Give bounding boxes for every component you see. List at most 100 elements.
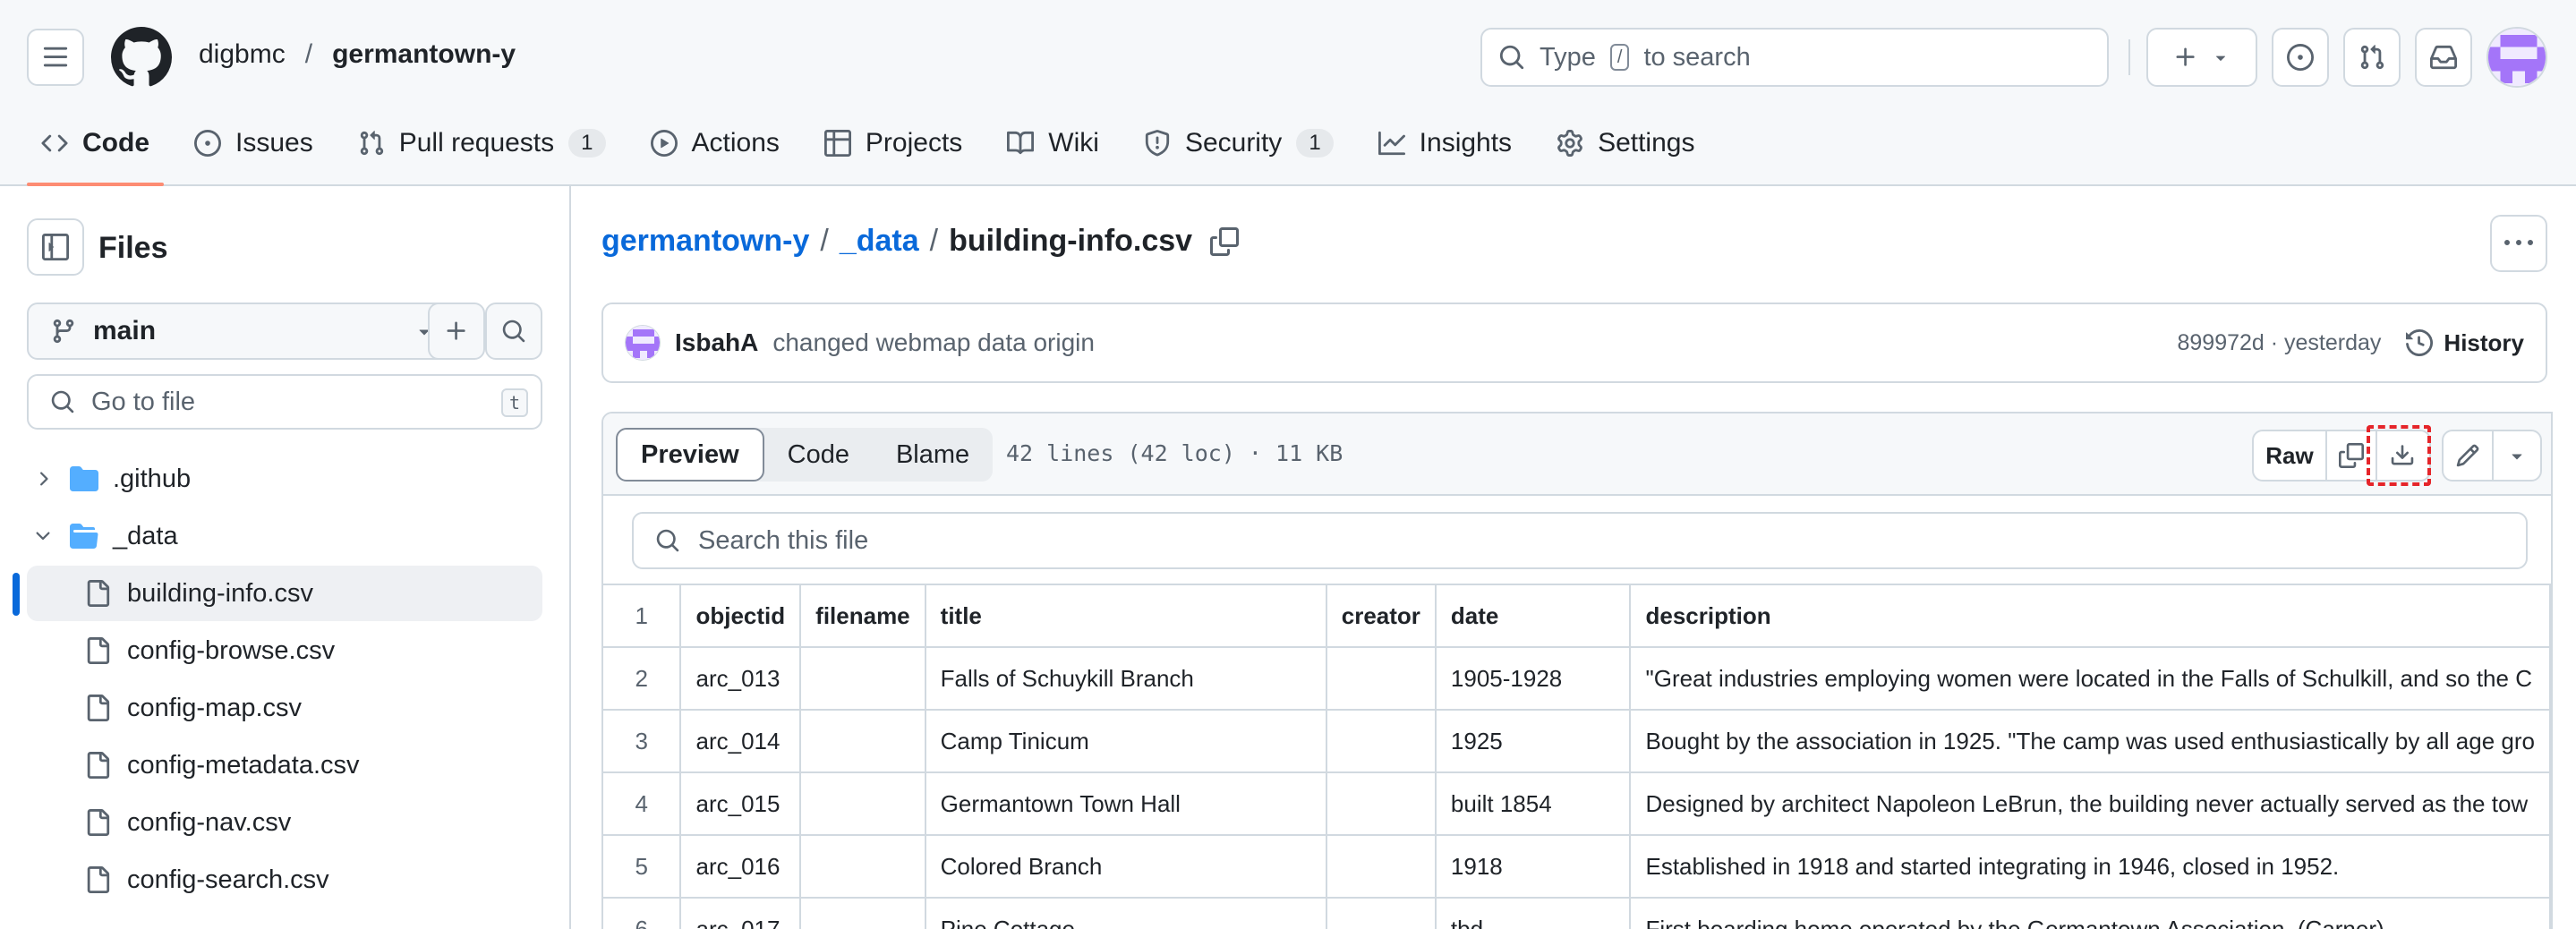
go-to-file-input[interactable]: Go to file t: [27, 374, 542, 430]
line-number[interactable]: 2: [603, 646, 682, 711]
search-icon: [1499, 45, 1524, 70]
tab-pull-requests[interactable]: Pull requests 1: [344, 116, 620, 170]
repo-link[interactable]: germantown-y: [332, 39, 516, 70]
create-new-button[interactable]: [2146, 28, 2257, 87]
tree-item-label: config-nav.csv: [127, 807, 292, 837]
book-icon: [1007, 131, 1035, 155]
history-icon: [2406, 329, 2434, 356]
tab-insights[interactable]: Insights: [1364, 116, 1526, 170]
table-row: 3 arc_014 Camp Tinicum 1925 Bought by th…: [603, 709, 2551, 773]
tab-projects[interactable]: Projects: [810, 116, 977, 170]
tab-actions-label: Actions: [691, 128, 780, 158]
global-search-input[interactable]: Type / to search: [1480, 28, 2109, 87]
folder-open-icon: [70, 524, 98, 549]
edit-dropdown-button[interactable]: [2494, 431, 2540, 480]
table-cell: [799, 771, 926, 836]
tab-preview[interactable]: Preview: [616, 428, 764, 482]
file-icon: [87, 695, 110, 721]
table-cell: [1325, 709, 1437, 773]
repo-nav: Code Issues Pull requests 1 Actions Proj…: [27, 116, 1725, 186]
search-suffix-text: to search: [1643, 42, 1751, 72]
edit-file-button[interactable]: [2444, 431, 2494, 480]
tree-file-config-search[interactable]: config-search.csv: [27, 852, 542, 908]
table-cell: Falls of Schuykill Branch: [924, 646, 1327, 711]
tab-insights-label: Insights: [1419, 128, 1513, 158]
line-number[interactable]: 3: [603, 709, 682, 773]
github-logo-icon[interactable]: [111, 27, 172, 88]
history-button[interactable]: History: [2406, 329, 2524, 357]
pull-requests-button[interactable]: [2343, 28, 2401, 87]
tree-folder-github[interactable]: .github: [27, 451, 542, 507]
commit-author[interactable]: IsbahA: [675, 328, 758, 357]
owner-link[interactable]: digbmc: [199, 39, 286, 70]
breadcrumb-folder-link[interactable]: _data: [840, 224, 919, 259]
security-counter: 1: [1296, 129, 1334, 158]
tree-folder-data[interactable]: _data: [27, 508, 542, 564]
line-number[interactable]: 4: [603, 771, 682, 836]
user-avatar[interactable]: [2486, 27, 2547, 88]
tab-code[interactable]: Code: [27, 116, 164, 186]
copy-path-icon[interactable]: [1210, 226, 1240, 256]
table-cell: Bought by the association in 1925. "The …: [1629, 709, 2551, 773]
tab-issues-label: Issues: [235, 128, 313, 158]
go-to-file-shortcut: t: [500, 388, 528, 417]
table-cell: Camp Tinicum: [924, 709, 1327, 773]
line-number[interactable]: 6: [603, 897, 682, 929]
column-header: description: [1629, 584, 2551, 648]
commit-meta[interactable]: 899972d · yesterday: [2177, 330, 2381, 356]
inbox-button[interactable]: [2415, 28, 2472, 87]
table-cell: [1325, 771, 1437, 836]
search-this-file-input[interactable]: Search this file: [632, 512, 2528, 569]
add-file-button[interactable]: [428, 303, 485, 360]
tab-settings[interactable]: Settings: [1542, 116, 1709, 170]
tab-issues[interactable]: Issues: [180, 116, 328, 170]
go-to-file-placeholder: Go to file: [91, 387, 196, 416]
tree-item-label: config-browse.csv: [127, 635, 336, 665]
tree-file-config-map[interactable]: config-map.csv: [27, 680, 542, 736]
table-cell: Colored Branch: [924, 834, 1327, 899]
commit-author-avatar[interactable]: [625, 325, 661, 361]
tree-item-label: _data: [113, 521, 178, 550]
more-options-button[interactable]: [2490, 215, 2547, 272]
tab-security[interactable]: Security 1: [1130, 116, 1348, 170]
file-icon: [87, 752, 110, 779]
tree-file-config-nav[interactable]: config-nav.csv: [27, 795, 542, 850]
tab-projects-label: Projects: [865, 128, 963, 158]
graph-icon: [1378, 131, 1405, 156]
active-file-indicator: [13, 573, 20, 616]
tree-file-building-info[interactable]: building-info.csv: [27, 566, 542, 621]
tree-item-label: config-search.csv: [127, 865, 329, 894]
tab-settings-label: Settings: [1598, 128, 1695, 158]
view-mode-toggle: Preview Code Blame: [616, 428, 994, 482]
column-header: date: [1434, 584, 1632, 648]
line-number[interactable]: 5: [603, 834, 682, 899]
tab-wiki[interactable]: Wiki: [993, 116, 1113, 170]
tree-file-config-browse[interactable]: config-browse.csv: [27, 623, 542, 678]
file-icon: [87, 580, 110, 607]
table-cell: [1325, 646, 1437, 711]
tab-code-view[interactable]: Code: [764, 428, 873, 482]
tab-blame[interactable]: Blame: [873, 428, 993, 482]
table-cell: arc_014: [679, 709, 802, 773]
hamburger-icon: [43, 47, 68, 67]
table-cell: [799, 709, 926, 773]
search-files-button[interactable]: [485, 303, 542, 360]
chevron-down-icon: [36, 532, 50, 541]
gear-icon: [1557, 130, 1582, 157]
tab-actions[interactable]: Actions: [636, 116, 794, 170]
commit-message[interactable]: changed webmap data origin: [772, 328, 1095, 357]
tree-file-config-metadata[interactable]: config-metadata.csv: [27, 737, 542, 793]
git-branch-icon: [53, 319, 74, 344]
header-divider: [2128, 39, 2130, 75]
csv-table: 1 objectid filename title creator date d…: [603, 584, 2551, 929]
tab-pull-requests-label: Pull requests: [398, 128, 555, 158]
breadcrumb-repo-link[interactable]: germantown-y: [601, 224, 809, 259]
table-cell: Pine Cottage: [924, 897, 1327, 929]
issues-button[interactable]: [2272, 28, 2329, 87]
tree-item-label: building-info.csv: [127, 578, 313, 608]
raw-button[interactable]: Raw: [2254, 431, 2327, 480]
menu-button[interactable]: [27, 29, 84, 86]
collapse-sidebar-button[interactable]: [27, 218, 84, 276]
tree-item-label: config-map.csv: [127, 693, 303, 722]
branch-selector[interactable]: main: [27, 303, 458, 360]
